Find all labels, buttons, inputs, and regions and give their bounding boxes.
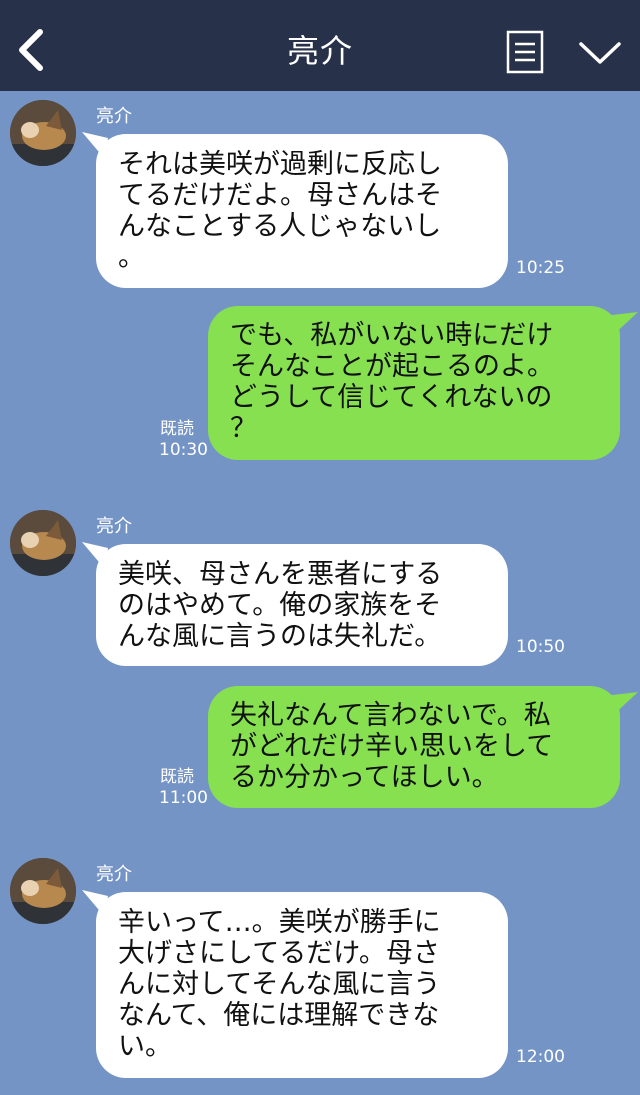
message-time: 10:30 xyxy=(159,440,208,460)
avatar[interactable] xyxy=(10,858,76,924)
message-time: 11:00 xyxy=(159,788,208,808)
notes-icon[interactable] xyxy=(506,30,544,74)
message-text: それは美咲が過剰に反応し てるだけだよ。母さんはそ んなことする人じゃないし 。 xyxy=(118,149,442,273)
message-time: 10:25 xyxy=(516,258,565,278)
chat-title: 亮介 xyxy=(286,32,353,70)
chat-header: 亮介 xyxy=(0,0,640,91)
sender-name: 亮介 xyxy=(96,864,132,885)
message-time: 10:50 xyxy=(516,637,565,657)
message-text: でも、私がいない時にだけ そんなことが起こるのよ。 どうして信じてくれないの ？ xyxy=(230,320,554,444)
message-bubble-outgoing[interactable]: 失礼なんて言わないで。私 がどれだけ辛い思いをして るか分かってほしい。 xyxy=(208,686,620,808)
message-text: 失礼なんて言わないで。私 がどれだけ辛い思いをして るか分かってほしい。 xyxy=(230,700,554,793)
avatar[interactable] xyxy=(10,100,76,166)
sender-name: 亮介 xyxy=(96,516,132,537)
message-time: 12:00 xyxy=(516,1047,565,1067)
read-receipt: 既読 xyxy=(160,767,194,787)
message-bubble-incoming[interactable]: 辛いって…。美咲が勝手に 大げさにしてるだけ。母さ んに対してそんな風に言う な… xyxy=(96,892,508,1078)
read-receipt: 既読 xyxy=(160,419,194,439)
message-text: 辛いって…。美咲が勝手に 大げさにしてるだけ。母さ んに対してそんな風に言う な… xyxy=(118,907,441,1062)
message-text: 美咲、母さんを悪者にする のはやめて。俺の家族をそ んな風に言うのは失礼だ。 xyxy=(118,559,443,652)
sender-name: 亮介 xyxy=(96,106,132,127)
message-bubble-outgoing[interactable]: でも、私がいない時にだけ そんなことが起こるのよ。 どうして信じてくれないの ？ xyxy=(208,306,620,460)
message-bubble-incoming[interactable]: 美咲、母さんを悪者にする のはやめて。俺の家族をそ んな風に言うのは失礼だ。 xyxy=(96,544,508,666)
avatar[interactable] xyxy=(10,510,76,576)
chevron-down-icon[interactable] xyxy=(578,38,622,68)
message-bubble-incoming[interactable]: それは美咲が過剰に反応し てるだけだよ。母さんはそ んなことする人じゃないし 。 xyxy=(96,134,508,288)
